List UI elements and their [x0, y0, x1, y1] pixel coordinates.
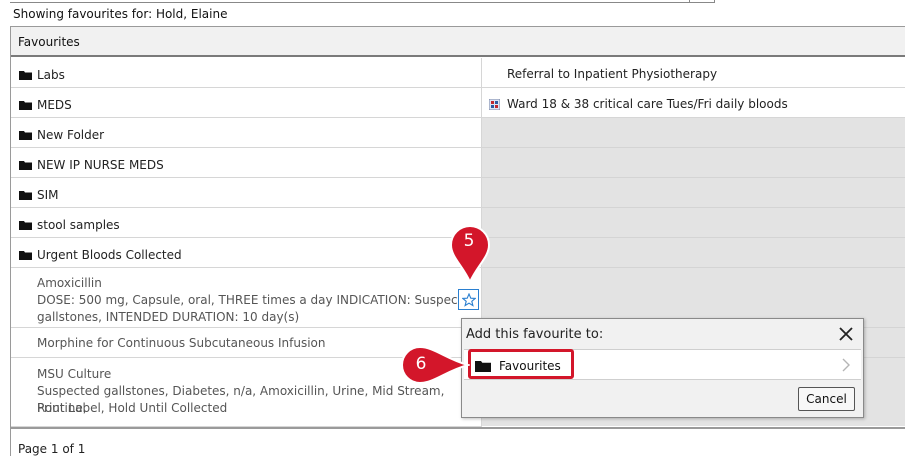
folder-row-new-folder[interactable]: New Folder	[11, 118, 482, 148]
top-search-field-button[interactable]	[689, 0, 715, 3]
popup-title: Add this favourite to:	[466, 327, 604, 342]
order-details-line2: gallstones, INTENDED DURATION: 10 day(s)	[37, 310, 300, 324]
folder-row-new-ip-nurse-meds[interactable]: NEW IP NURSE MEDS	[11, 148, 482, 178]
folder-label: MEDS	[37, 98, 72, 112]
folder-label: NEW IP NURSE MEDS	[37, 158, 164, 172]
right-item-label: Referral to Inpatient Physiotherapy	[507, 67, 718, 81]
page-indicator: Page 1 of 1	[18, 442, 86, 456]
order-set-icon	[488, 98, 501, 111]
folder-label: stool samples	[37, 218, 120, 232]
order-row-amoxicillin[interactable]: Amoxicillin DOSE: 500 mg, Capsule, oral,…	[11, 268, 482, 328]
pagination-footer: Page 1 of 1	[11, 427, 905, 456]
right-item-ward-bloods[interactable]: Ward 18 & 38 critical care Tues/Fri dail…	[482, 88, 905, 118]
folder-label: Urgent Bloods Collected	[37, 248, 182, 262]
order-name: MSU Culture	[37, 367, 112, 381]
order-details-line2: Print Label, Hold Until Collected	[37, 401, 228, 415]
folder-row-sim[interactable]: SIM	[11, 178, 482, 208]
folder-icon	[19, 160, 32, 170]
chevron-right-icon	[841, 358, 851, 375]
folder-icon	[19, 220, 32, 230]
divider	[482, 237, 905, 238]
close-icon[interactable]	[837, 325, 855, 343]
folder-row-stool-samples[interactable]: stool samples	[11, 208, 482, 238]
folder-icon	[19, 190, 32, 200]
showing-favourites-text: Showing favourites for: Hold, Elaine	[13, 7, 228, 21]
top-search-field-edge	[10, 0, 714, 3]
order-name: Morphine for Continuous Subcutaneous Inf…	[37, 336, 326, 350]
divider	[482, 147, 905, 148]
folder-row-meds[interactable]: MEDS	[11, 88, 482, 118]
folder-icon	[19, 130, 32, 140]
folder-label: New Folder	[37, 128, 105, 142]
annotation-marker-6-label: 6	[415, 354, 427, 374]
folder-icon	[19, 70, 32, 80]
divider	[482, 267, 905, 268]
add-favourite-star-button[interactable]	[458, 289, 479, 310]
annotation-marker-5-label: 5	[463, 231, 475, 251]
panel-title: Favourites	[18, 35, 80, 49]
folder-row-labs[interactable]: Labs	[11, 58, 482, 88]
folder-row-urgent-bloods[interactable]: Urgent Bloods Collected	[11, 238, 482, 268]
folder-label: SIM	[37, 188, 59, 202]
order-details-line1: DOSE: 500 mg, Capsule, oral, THREE times…	[37, 293, 478, 307]
order-name: Amoxicillin	[37, 276, 102, 290]
folder-icon	[19, 250, 32, 260]
folder-icon	[19, 100, 32, 110]
star-outline-icon	[462, 293, 476, 307]
folder-label: Labs	[37, 68, 65, 82]
right-item-referral-physio[interactable]: Referral to Inpatient Physiotherapy	[482, 58, 905, 88]
divider	[482, 177, 905, 178]
divider	[482, 207, 905, 208]
right-item-label: Ward 18 & 38 critical care Tues/Fri dail…	[507, 97, 788, 111]
panel-header: Favourites	[11, 27, 905, 57]
annotation-highlight-box	[468, 349, 574, 379]
cancel-button[interactable]: Cancel	[798, 387, 855, 411]
